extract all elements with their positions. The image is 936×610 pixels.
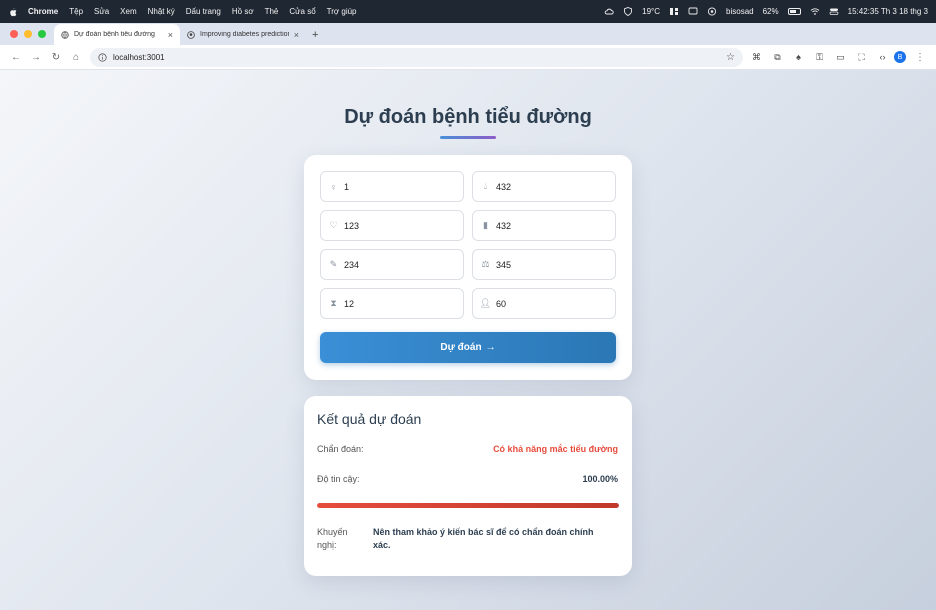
person-pregnant-icon: ♀ <box>330 181 337 192</box>
glucose-field[interactable]: 💧︎ 432 <box>472 171 616 202</box>
page-viewport: Dự đoán bệnh tiểu đường ♀ 1 💧︎ 432 ♡ 123… <box>0 70 936 610</box>
pregnancies-value[interactable]: 1 <box>344 182 349 192</box>
control-center-icon[interactable] <box>669 7 679 16</box>
toggle-icon[interactable] <box>829 7 839 16</box>
hourglass-icon: ⧗ <box>330 298 337 308</box>
more-menu-icon[interactable]: ⋮ <box>910 47 930 67</box>
shield-icon[interactable] <box>623 7 633 16</box>
minimize-window-button[interactable] <box>24 30 32 38</box>
close-tab-icon[interactable]: × <box>294 30 299 40</box>
vpn-icon[interactable] <box>707 7 717 16</box>
bookmark-star-icon[interactable]: ☆ <box>726 52 735 63</box>
reload-icon[interactable]: ↻ <box>46 47 66 67</box>
forward-arrow-icon[interactable]: → <box>26 47 46 67</box>
insulin-value[interactable]: 234 <box>344 260 359 270</box>
user-icon: 👤︎ <box>479 298 492 308</box>
browser-tabbar: Dự đoán bệnh tiểu đường × Improving diab… <box>0 23 936 45</box>
password-key-icon[interactable]: ⚿ <box>814 52 825 63</box>
predict-button[interactable]: Dự đoán → <box>320 332 616 363</box>
wifi-icon[interactable] <box>810 7 820 16</box>
age-value[interactable]: 60 <box>496 299 506 309</box>
insulin-field[interactable]: ✎ 234 <box>320 249 464 280</box>
pedigree-field[interactable]: ⧗ 12 <box>320 288 464 319</box>
username-label[interactable]: bisosad <box>726 7 754 16</box>
globe-icon <box>61 30 69 39</box>
predict-button-label: Dự đoán <box>440 342 482 353</box>
menu-bookmarks[interactable]: Dấu trang <box>186 7 221 16</box>
page-title: Dự đoán bệnh tiểu đường <box>344 106 592 128</box>
site-info-icon[interactable] <box>98 52 107 62</box>
window-controls <box>0 30 54 45</box>
pedigree-value[interactable]: 12 <box>344 299 354 309</box>
close-tab-icon[interactable]: × <box>168 30 173 40</box>
weather-temperature[interactable]: 19°C <box>642 7 660 16</box>
diagnosis-label: Chẩn đoán: <box>317 444 364 454</box>
back-arrow-icon[interactable]: ← <box>6 47 26 67</box>
syringe-icon: ✎ <box>329 259 338 269</box>
blood-pressure-value[interactable]: 123 <box>344 221 359 231</box>
extension-icons: ⌘ ⧉ ♠ ⚿ ▭ ⛶ ‹› <box>751 52 888 63</box>
tab-title: Improving diabetes prediction... <box>200 31 289 38</box>
screen-mirroring-icon[interactable] <box>688 7 698 16</box>
menu-view[interactable]: Xem <box>120 7 136 16</box>
recommendation-label: Khuyến nghị: <box>317 527 348 550</box>
glucose-value[interactable]: 432 <box>496 182 511 192</box>
droplet-icon: 💧︎ <box>483 181 488 191</box>
tab-diabetes-prediction[interactable]: Dự đoán bệnh tiểu đường × <box>54 24 180 45</box>
translate-icon[interactable]: ⌘ <box>751 52 762 63</box>
menu-history[interactable]: Nhật ký <box>148 7 175 16</box>
ruler-icon: ▮ <box>483 220 488 230</box>
battery-percent: 62% <box>762 7 779 16</box>
prediction-form-card: ♀ 1 💧︎ 432 ♡ 123 ▮ 432 ✎ 234 ⚖ 345 ⧗ 12 … <box>304 155 632 380</box>
heart-icon: ♡ <box>329 220 338 230</box>
pregnancies-field[interactable]: ♀ 1 <box>320 171 464 202</box>
result-title: Kết quả dự đoán <box>317 411 422 427</box>
status-area: 19°C bisosad 62% 15:42:35 Th 3 18 thg 3 <box>604 7 928 16</box>
tab-title: Dự đoán bệnh tiểu đường <box>74 31 155 38</box>
age-field[interactable]: 👤︎ 60 <box>472 288 616 319</box>
menu-help[interactable]: Trợ giúp <box>327 7 357 16</box>
arrow-right-icon: → <box>485 342 496 353</box>
menu-profiles[interactable]: Hồ sơ <box>232 7 254 16</box>
menu-window[interactable]: Cửa sổ <box>289 7 315 16</box>
skin-thickness-field[interactable]: ▮ 432 <box>472 210 616 241</box>
menu-tab[interactable]: Thẻ <box>265 7 279 16</box>
payment-card-icon[interactable]: ▭ <box>835 52 846 63</box>
github-icon <box>187 30 195 39</box>
google-translate-icon[interactable]: ⛶ <box>856 52 867 63</box>
menu-edit[interactable]: Sửa <box>94 7 109 16</box>
apple-icon[interactable] <box>8 7 18 17</box>
confidence-value: 100.00% <box>582 474 618 484</box>
blood-pressure-field[interactable]: ♡ 123 <box>320 210 464 241</box>
home-icon[interactable]: ⌂ <box>66 47 86 67</box>
recommendation-text: Nên tham khảo ý kiến bác sĩ để có chẩn đ… <box>373 527 594 550</box>
macos-menubar: Chrome Tệp Sửa Xem Nhật ký Dấu trang Hồ … <box>0 0 936 23</box>
maximize-window-button[interactable] <box>38 30 46 38</box>
confidence-progress-bar <box>317 503 619 508</box>
url-text[interactable]: localhost:3001 <box>113 53 720 62</box>
incognito-icon[interactable]: ♠ <box>793 52 804 63</box>
confidence-progress-fill <box>317 503 619 508</box>
title-underline <box>440 136 496 139</box>
confidence-label: Độ tin cậy: <box>317 474 360 484</box>
extensions-puzzle-icon[interactable]: ⧉ <box>772 52 783 63</box>
result-card: Kết quả dự đoán Chẩn đoán: Có khả năng m… <box>304 396 632 576</box>
tab-improving-diabetes[interactable]: Improving diabetes prediction... × <box>180 24 306 45</box>
skin-thickness-value[interactable]: 432 <box>496 221 511 231</box>
bmi-field[interactable]: ⚖ 345 <box>472 249 616 280</box>
bmi-value[interactable]: 345 <box>496 260 511 270</box>
close-window-button[interactable] <box>10 30 18 38</box>
cloud-icon[interactable] <box>604 7 614 16</box>
devtools-code-icon[interactable]: ‹› <box>877 52 888 63</box>
browser-toolbar: ← → ↻ ⌂ localhost:3001 ☆ ⌘ ⧉ ♠ ⚿ ▭ ⛶ ‹› … <box>0 45 936 70</box>
clock-datetime[interactable]: 15:42:35 Th 3 18 thg 3 <box>848 7 928 16</box>
new-tab-button[interactable]: + <box>306 29 324 45</box>
address-bar[interactable]: localhost:3001 ☆ <box>90 47 743 67</box>
menu-app-chrome[interactable]: Chrome <box>28 7 58 16</box>
scale-icon: ⚖ <box>481 259 490 269</box>
battery-icon[interactable] <box>787 8 801 15</box>
menu-file[interactable]: Tệp <box>69 7 83 16</box>
profile-avatar[interactable]: B <box>894 51 906 63</box>
diagnosis-value: Có khả năng mắc tiểu đường <box>493 444 618 454</box>
